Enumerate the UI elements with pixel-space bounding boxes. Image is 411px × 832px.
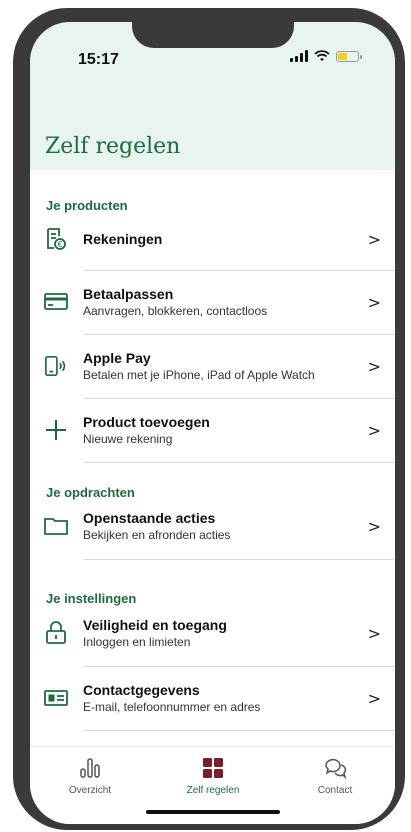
tab-label: Overzicht [68, 785, 112, 796]
row-openstaande-acties[interactable]: Openstaande acties Bekijken en afronden … [30, 495, 395, 557]
chevron-right-icon: > [367, 229, 381, 249]
chat-icon [285, 755, 385, 781]
chevron-right-icon: > [367, 516, 381, 536]
row-sublabel: Nieuwe rekening [83, 431, 173, 446]
battery-icon [336, 50, 362, 62]
tab-bar: Overzicht Zelf regelen Contact [30, 746, 395, 824]
row-label: Contactgegevens [83, 681, 200, 698]
row-product-toevoegen[interactable]: Product toevoegen Nieuwe rekening > [30, 399, 395, 461]
row-veiligheid[interactable]: Veiligheid en toegang Inloggen en limiet… [30, 602, 395, 664]
svg-text:€: € [58, 240, 63, 249]
chevron-right-icon: > [367, 292, 381, 312]
row-sublabel: Betalen met je iPhone, iPad of Apple Wat… [83, 367, 315, 382]
tab-zelf-regelen[interactable]: Zelf regelen [163, 755, 263, 796]
chevron-right-icon: > [367, 623, 381, 643]
status-icons [290, 50, 362, 62]
row-label: Veiligheid en toegang [83, 616, 227, 633]
row-rekeningen[interactable]: € Rekeningen > [30, 208, 395, 270]
row-sublabel: Inloggen en limieten [83, 634, 191, 649]
home-indicator[interactable] [146, 810, 280, 814]
phone-contactless-icon [44, 354, 68, 378]
plus-icon [44, 418, 68, 442]
tab-overzicht[interactable]: Overzicht [40, 755, 140, 796]
row-sublabel: Bekijken en afronden acties [83, 527, 231, 542]
status-time: 15:17 [78, 51, 119, 68]
notch [132, 22, 294, 48]
chevron-right-icon: > [367, 688, 381, 708]
device-frame: 15:17 Zelf regelen Je producten € Rekeni… [0, 0, 411, 832]
row-label: Openstaande acties [83, 509, 216, 526]
overview-chart-icon [40, 755, 140, 781]
tab-contact[interactable]: Contact [285, 755, 385, 796]
signal-icon [290, 50, 308, 62]
chevron-right-icon: > [367, 420, 381, 440]
card-icon [44, 290, 68, 314]
chevron-right-icon: > [367, 356, 381, 376]
account-statement-icon: € [44, 227, 68, 251]
divider [83, 462, 395, 463]
tab-label: Zelf regelen [186, 785, 240, 796]
grid-icon [163, 755, 263, 781]
page-title: Zelf regelen [45, 134, 181, 159]
divider [83, 559, 395, 560]
row-label: Product toevoegen [83, 413, 210, 430]
header: 15:17 Zelf regelen [30, 22, 395, 170]
folder-icon [44, 514, 68, 538]
wifi-icon [314, 50, 330, 61]
row-contactgegevens[interactable]: Contactgegevens E-mail, telefoonnummer e… [30, 667, 395, 729]
divider [83, 730, 395, 731]
row-sublabel: E-mail, telefoonnummer en adres [83, 699, 261, 714]
row-label: Betaalpassen [83, 285, 174, 302]
contact-card-icon [44, 686, 68, 710]
lock-icon [44, 621, 68, 645]
row-apple-pay[interactable]: Apple Pay Betalen met je iPhone, iPad of… [30, 335, 395, 397]
row-sublabel: Aanvragen, blokkeren, contactloos [83, 303, 268, 318]
row-betaalpassen[interactable]: Betaalpassen Aanvragen, blokkeren, conta… [30, 271, 395, 333]
row-label: Rekeningen [83, 230, 163, 247]
app-screen: 15:17 Zelf regelen Je producten € Rekeni… [30, 22, 395, 824]
row-label: Apple Pay [83, 349, 151, 366]
tab-label: Contact [317, 785, 353, 796]
